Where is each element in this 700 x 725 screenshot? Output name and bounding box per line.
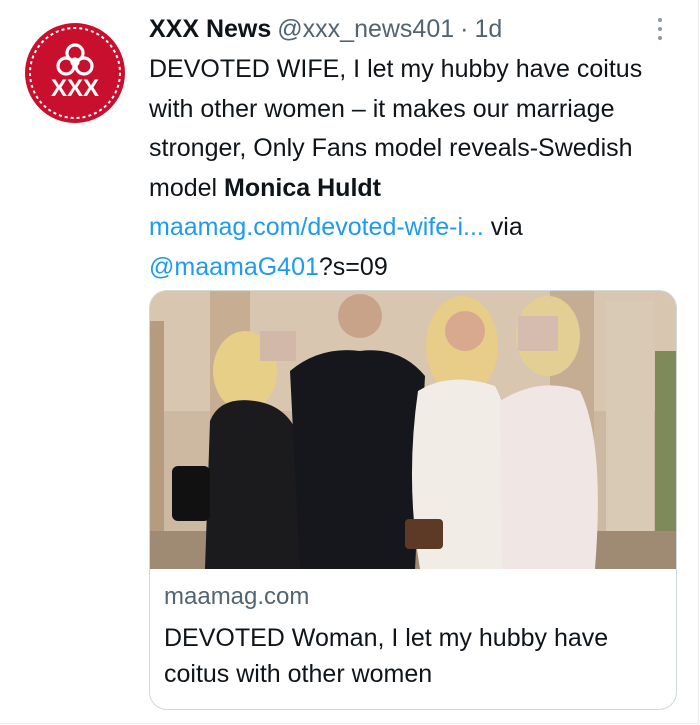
tweet-text-main: DEVOTED WIFE, I let my hubby have coitus… [149,55,643,202]
card-title: DEVOTED Woman, I let my hubby have coitu… [164,624,609,688]
tweet-text-bold: Monica Huldt [224,173,381,202]
via-text: via [483,213,523,241]
tweet-header: XXX News @xxx_news401 · 1d [149,12,668,46]
separator: · [460,15,469,43]
card-domain: maamag.com [164,583,310,610]
link-card[interactable]: maamag.com DEVOTED Woman, I let my hubby… [149,290,677,710]
author-name[interactable]: XXX News [149,15,271,43]
mention-link[interactable]: @maamaG401 [149,253,319,281]
link-suffix: ?s=09 [318,252,388,281]
author-handle[interactable]: @xxx_news401 [277,15,454,43]
more-vertical-icon[interactable] [650,14,670,44]
tweet-link[interactable]: maamag.com/devoted-wife-i... [149,213,484,241]
tweet-text: DEVOTED WIFE, I let my hubby have coitus… [149,50,669,287]
avatar-text: XXX [51,75,99,102]
tweet-container[interactable]: XXX XXX News @xxx_news401 · 1d DEVOTED WIFE… [0,0,699,724]
avatar[interactable]: XXX [24,22,126,124]
card-image[interactable] [150,291,676,569]
timestamp[interactable]: 1d [474,15,502,43]
